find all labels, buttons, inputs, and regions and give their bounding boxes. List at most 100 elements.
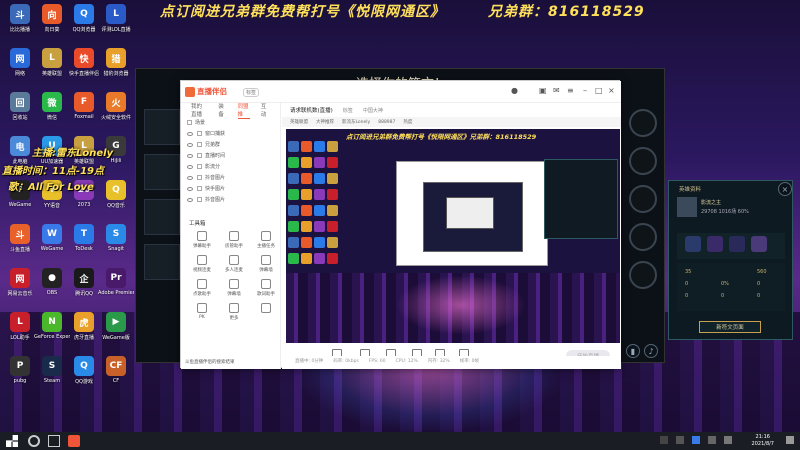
menu-icon[interactable]: ≡ — [567, 86, 574, 95]
version-badge[interactable]: 标签 — [243, 88, 260, 97]
desktop-icon[interactable]: Q QQ游戏 — [66, 356, 102, 385]
rune-icon[interactable] — [685, 236, 701, 252]
champion-slot[interactable] — [144, 109, 180, 145]
desktop-icon[interactable]: L 英雄联盟 — [34, 48, 70, 77]
checkbox-icon[interactable] — [197, 164, 202, 169]
rune-icon[interactable] — [707, 236, 723, 252]
ban-slot-icon[interactable] — [629, 109, 657, 137]
close-icon[interactable]: × — [608, 86, 615, 95]
tool-item[interactable] — [251, 303, 281, 321]
desktop-icon[interactable]: 猎猎豹浏览器 — [98, 48, 134, 77]
sidebar-tab[interactable]: 我的直播 — [191, 102, 207, 118]
tool-item[interactable]: 歌词助手 — [251, 279, 281, 297]
sidebar-tab[interactable]: 互动 — [261, 102, 269, 118]
eye-icon[interactable] — [187, 186, 193, 191]
champion-slot[interactable] — [144, 244, 180, 280]
ban-slot-icon[interactable] — [629, 223, 657, 251]
room-title[interactable]: 请求联机数(直播) — [290, 106, 333, 114]
desktop-icon[interactable]: 网网络 — [2, 48, 38, 77]
desktop-icon[interactable]: N GeForce Experience — [34, 312, 70, 340]
desktop-icon[interactable]: ● OBS — [34, 268, 70, 296]
maximize-icon[interactable]: □ — [595, 86, 603, 95]
desktop-icon[interactable]: F Foxmail — [66, 92, 102, 120]
gift-icon[interactable]: ▣ — [539, 86, 547, 95]
desktop-icon[interactable]: 快快手直播伴侣 — [66, 48, 102, 77]
checkbox-icon[interactable] — [197, 186, 202, 191]
checkbox-icon[interactable] — [197, 197, 202, 202]
desktop-icon[interactable]: L 评测LOL直播 — [98, 4, 134, 33]
checkbox-icon[interactable] — [187, 120, 192, 125]
network-icon[interactable] — [724, 436, 732, 444]
eye-icon[interactable] — [187, 197, 193, 202]
desktop-icon[interactable]: S Snagit — [98, 224, 134, 252]
scene-item[interactable]: 影流分 — [181, 161, 280, 172]
eye-icon[interactable] — [187, 142, 193, 147]
desktop-icon[interactable]: 企腾讯QQ — [66, 268, 102, 297]
message-icon[interactable]: ✉ — [553, 86, 560, 95]
desktop-icon[interactable]: 斗比比播播 — [2, 4, 38, 33]
scene-item[interactable]: 兄弟群 — [181, 139, 280, 150]
checkbox-icon[interactable] — [197, 131, 202, 136]
room-category[interactable]: 中国大神 — [363, 107, 383, 114]
chat-icon[interactable]: ▮ — [626, 344, 640, 358]
desktop-icon[interactable]: L LOL助手 — [2, 312, 38, 341]
rune-icon[interactable] — [751, 236, 767, 252]
scene-item[interactable]: 直播时间 — [181, 150, 280, 161]
avatar-icon[interactable]: ● — [511, 86, 518, 95]
desktop-icon[interactable]: 网网易云音乐 — [2, 268, 38, 297]
scene-item[interactable]: 快手图片 — [181, 183, 280, 194]
eye-icon[interactable] — [187, 175, 193, 180]
tool-item[interactable]: 房管助手 — [219, 231, 249, 249]
desktop-icon[interactable]: Pr Adobe Premiere — [98, 268, 134, 296]
tool-item[interactable]: 弹幕墙 — [219, 279, 249, 297]
tray-icon[interactable] — [692, 436, 700, 444]
desktop-icon[interactable]: CF CF — [98, 356, 134, 384]
volume-icon[interactable] — [708, 436, 716, 444]
checkbox-icon[interactable] — [197, 175, 202, 180]
ban-slot-icon[interactable] — [629, 261, 657, 289]
eye-icon[interactable] — [187, 131, 193, 136]
system-clock[interactable]: 21:16 2021/8/7 — [752, 434, 774, 448]
desktop-icon[interactable]: Ppubg — [2, 356, 38, 384]
ban-slot-icon[interactable] — [629, 147, 657, 175]
desktop-icon[interactable]: ▶ WeGame版 — [98, 312, 134, 341]
checkbox-icon[interactable] — [197, 142, 202, 147]
scene-item[interactable]: 窗口捕获 — [181, 128, 280, 139]
desktop-icon[interactable]: 斗斗鱼直播 — [2, 224, 38, 253]
desktop-icon[interactable]: 向向日葵 — [34, 4, 70, 33]
desktop-icon[interactable]: T ToDesk — [66, 224, 102, 252]
tool-item[interactable]: 主播任务 — [251, 231, 281, 249]
task-view-icon[interactable] — [48, 435, 60, 447]
eye-icon[interactable] — [187, 164, 193, 169]
tool-item[interactable]: PK — [187, 303, 217, 321]
notification-icon[interactable] — [786, 436, 794, 444]
mic-icon[interactable]: ♪ — [644, 344, 658, 358]
taskbar-app-icon[interactable] — [68, 435, 80, 447]
champion-slot[interactable] — [144, 199, 180, 235]
search-icon[interactable] — [28, 435, 40, 447]
tool-item[interactable]: 多人连麦 — [219, 255, 249, 273]
desktop-icon[interactable]: W WeGame — [34, 224, 70, 252]
desktop-icon[interactable]: Q QQ音乐 — [98, 180, 134, 209]
sidebar-tab[interactable]: 装备 — [218, 102, 226, 118]
tool-item[interactable]: 视频连麦 — [187, 255, 217, 273]
tool-item[interactable]: 更多 — [219, 303, 249, 321]
tool-item[interactable]: 弹幕助手 — [187, 231, 217, 249]
desktop-icon[interactable]: Q QQ浏览器 — [66, 4, 102, 33]
champion-slot[interactable] — [144, 154, 180, 190]
scene-item[interactable]: 抖音图片 — [181, 194, 280, 205]
tray-icon[interactable] — [660, 436, 668, 444]
scene-item[interactable]: 抖音图片 — [181, 172, 280, 183]
stream-preview[interactable]: 点订阅进兄弟群免费帮打号《悦限网通区》兄弟群：816118529 — [286, 129, 620, 343]
minimize-icon[interactable]: – — [583, 86, 587, 95]
close-icon[interactable]: × — [778, 182, 792, 196]
tool-item[interactable]: 弹幕墙 — [251, 255, 281, 273]
room-tag[interactable]: 标签 — [343, 107, 353, 114]
desktop-icon[interactable]: 虎虎牙直播 — [66, 312, 102, 341]
desktop-icon[interactable]: S Steam — [34, 356, 70, 384]
rune-icon[interactable] — [729, 236, 745, 252]
ban-slot-icon[interactable] — [629, 185, 657, 213]
eye-icon[interactable] — [187, 153, 193, 158]
tray-icon[interactable] — [676, 436, 684, 444]
desktop-icon[interactable]: 回回收站 — [2, 92, 38, 121]
